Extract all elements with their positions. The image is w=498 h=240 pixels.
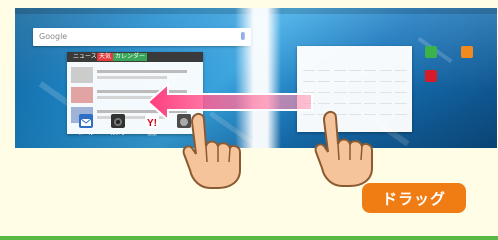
- news-thumbnail: [71, 67, 93, 83]
- google-search-bar[interactable]: Google: [33, 28, 251, 46]
- calendar-day[interactable]: [333, 86, 346, 93]
- calendar-day[interactable]: [318, 86, 331, 93]
- calendar-day[interactable]: [379, 86, 392, 93]
- calendar-day[interactable]: [348, 86, 361, 93]
- dock-label: 検索: [146, 131, 157, 137]
- flag-icon[interactable]: [425, 70, 437, 82]
- calendar-day[interactable]: [379, 97, 392, 104]
- news-thumbnail: [71, 87, 93, 103]
- tab-weather[interactable]: 天気: [97, 53, 114, 61]
- illustration-panel: Google ニュース 天気 カレンダー メール カメラ Y! 検索 ドラッグ: [0, 0, 498, 240]
- calendar-day[interactable]: [348, 64, 361, 71]
- calendar-day[interactable]: [394, 108, 407, 115]
- calendar-day[interactable]: [333, 75, 346, 82]
- calendar-day[interactable]: [394, 64, 407, 71]
- calendar-day[interactable]: [394, 86, 407, 93]
- calendar-day[interactable]: [333, 97, 346, 104]
- calendar-day[interactable]: [364, 64, 377, 71]
- hand-pointer-icon: [182, 112, 241, 189]
- widget-tabs: ニュース 天気 カレンダー: [67, 52, 203, 62]
- calendar-week-row: [303, 64, 407, 75]
- calendar-day[interactable]: [394, 75, 407, 82]
- calendar-day[interactable]: [379, 75, 392, 82]
- calendar-week-row: [303, 86, 407, 97]
- calendar-day[interactable]: [364, 97, 377, 104]
- calendar-day[interactable]: [348, 97, 361, 104]
- contacts-icon[interactable]: [425, 46, 437, 58]
- tab-news[interactable]: ニュース: [71, 53, 99, 61]
- news-subline: [97, 76, 167, 79]
- dock-label: カメラ: [110, 131, 126, 137]
- mail-icon[interactable]: [79, 114, 93, 128]
- calendar-week-row: [303, 75, 407, 86]
- news-headline: [97, 70, 187, 73]
- calendar-day[interactable]: [318, 75, 331, 82]
- bottom-divider: [0, 236, 498, 240]
- google-logo: Google: [39, 32, 68, 41]
- folder-icon[interactable]: [461, 46, 473, 58]
- drag-label-badge: ドラッグ: [362, 183, 466, 213]
- calendar-day[interactable]: [394, 97, 407, 104]
- dock-label: メール: [78, 131, 94, 137]
- calendar-day[interactable]: [318, 97, 331, 104]
- calendar-day[interactable]: [318, 64, 331, 71]
- calendar-day[interactable]: [348, 75, 361, 82]
- tab-calendar[interactable]: カレンダー: [113, 53, 148, 61]
- hand-pointer-icon: [314, 110, 373, 187]
- calendar-day[interactable]: [379, 64, 392, 71]
- calendar-week-row: [303, 97, 407, 108]
- calendar-day[interactable]: [303, 64, 315, 71]
- calendar-day[interactable]: [364, 75, 377, 82]
- calendar-day[interactable]: [364, 86, 377, 93]
- calendar-day[interactable]: [333, 64, 346, 71]
- camera-icon[interactable]: [111, 114, 125, 128]
